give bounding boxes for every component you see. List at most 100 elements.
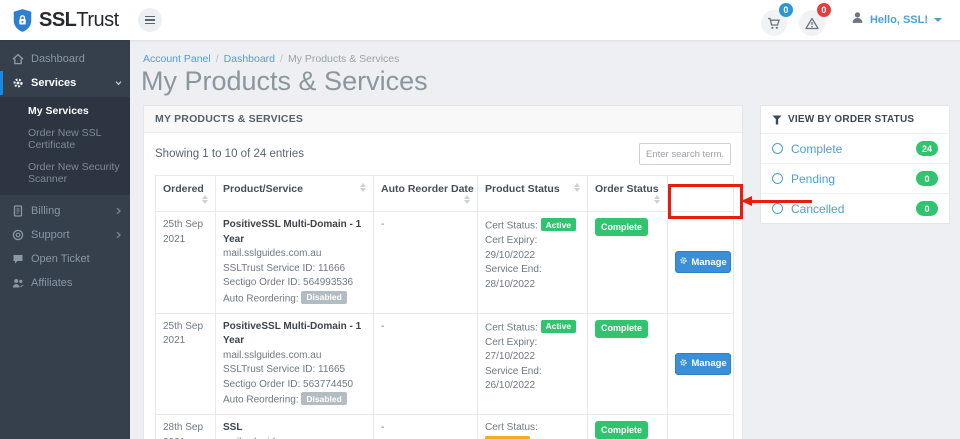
sidebar-item-label: Affiliates (31, 277, 73, 289)
ssltrust-logo[interactable]: SSLTrust (0, 8, 130, 33)
sort-icon[interactable] (574, 183, 580, 192)
product-domain: mail.sslguides.com.au (223, 349, 322, 361)
column-label: Ordered (163, 183, 204, 195)
auto-reorder-date: - (381, 320, 385, 332)
radio-circle-icon (772, 203, 783, 214)
search-input[interactable] (639, 143, 731, 165)
top-navbar: SSLTrust 0 0 Hello, SSL! (0, 0, 960, 40)
column-header-auto-reorder-date[interactable]: Auto Reorder Date (373, 175, 478, 212)
sidebar-subitem-order-new-ssl-certificate[interactable]: Order New SSL Certificate (0, 122, 130, 156)
services-submenu: My Services Order New SSL Certificate Orde… (0, 97, 130, 195)
column-header-ordered[interactable]: Ordered (155, 175, 216, 212)
status-card-header: VIEW BY ORDER STATUS (761, 106, 949, 133)
manage-cell: Manage (667, 414, 734, 439)
order-status-filter-pending[interactable]: Pending 0 (761, 163, 949, 193)
breadcrumb-link-dashboard[interactable]: Dashboard (224, 53, 275, 65)
cert-detail-line: Cert Expiry: 27/10/2022 (485, 336, 538, 363)
auto-reorder-date-cell: - (373, 211, 478, 314)
file-icon (12, 205, 24, 217)
cart-button[interactable]: 0 (760, 3, 793, 36)
auto-reorder-date: - (381, 422, 385, 433)
sort-icon[interactable] (654, 195, 660, 204)
cert-status-badge: Revoked (485, 435, 531, 439)
sidebar-item-support[interactable]: Support (0, 223, 130, 247)
auto-reorder-date-cell: - (373, 312, 478, 415)
gear-icon (12, 77, 24, 89)
manage-button-label: Manage (691, 256, 727, 268)
column-header-product-status[interactable]: Product Status (477, 175, 588, 212)
cert-status-line: Cert Status: Active (485, 319, 580, 336)
filter-funnel-icon (772, 114, 782, 125)
sidebar-item-label: Support (31, 229, 70, 241)
chevron-right-icon (115, 207, 122, 215)
ssltrust-account-panel: SSLTrust 0 0 Hello, SSL! Dashboard Servi… (0, 0, 960, 439)
gear-icon (679, 358, 688, 370)
manage-button[interactable]: Manage (675, 251, 731, 274)
sidebar-toggle-button[interactable] (138, 8, 162, 32)
sort-icon[interactable] (202, 195, 208, 204)
sidebar-subitem-order-new-security-scanner[interactable]: Order New Security Scanner (0, 156, 130, 190)
caret-down-icon (934, 18, 942, 22)
radio-circle-icon (772, 143, 783, 154)
product-cell: PositiveSSL Multi-Domain - 1 Year mail.ss… (215, 211, 374, 314)
cert-status-line: Cert Status: Active (485, 218, 580, 234)
product-domain: mail.sslguides.com.au (223, 436, 366, 439)
sidebar-subitem-my-services[interactable]: My Services (0, 100, 130, 122)
product-name: SSL (223, 422, 243, 433)
alerts-button[interactable]: 0 (798, 3, 831, 36)
order-status-filter-complete[interactable]: Complete 24 (761, 133, 949, 163)
lifering-icon (12, 229, 24, 241)
ordered-date: 28th Sep 2021 (163, 422, 204, 439)
cert-status-label: Cert Status: (485, 220, 538, 232)
sidebar-subitem-label: Order New SSL Certificate (28, 127, 102, 151)
page-title: My Products & Services (141, 66, 428, 96)
user-greeting: Hello, SSL! (869, 14, 928, 26)
cert-status-label: Cert Status: (485, 422, 538, 433)
count-badge: 24 (916, 141, 938, 156)
count-badge: 0 (916, 201, 938, 216)
column-header-order-status[interactable]: Order Status (587, 175, 668, 212)
ordered-cell: 25th Sep 2021 (155, 312, 216, 415)
status-card-title: VIEW BY ORDER STATUS (788, 114, 915, 125)
cart-count-badge: 0 (778, 3, 793, 17)
column-label: Product/Service (223, 183, 303, 195)
auto-reordering-label: Auto Reordering: (223, 394, 299, 406)
highlight-arrow (751, 200, 812, 203)
shield-lock-icon (13, 8, 32, 32)
sort-icon[interactable] (360, 183, 366, 192)
sidebar-item-services[interactable]: Services (0, 71, 130, 95)
alerts-count-badge: 0 (816, 3, 831, 17)
sidebar-item-dashboard[interactable]: Dashboard (0, 47, 130, 71)
breadcrumb-link-account-panel[interactable]: Account Panel (143, 53, 211, 65)
order-status-cell: Complete (587, 211, 668, 314)
user-menu[interactable]: Hello, SSL! (851, 11, 942, 29)
ordered-cell: 28th Sep 2021 (155, 414, 216, 439)
sidebar-item-label: Billing (31, 205, 61, 217)
sort-icon[interactable] (464, 195, 470, 204)
filter-label: Cancelled (791, 201, 845, 216)
auto-reorder-date: - (381, 219, 385, 230)
column-label: Auto Reorder Date (381, 183, 474, 195)
manage-button[interactable]: Manage (675, 352, 731, 375)
count-badge: 0 (916, 171, 938, 186)
table-row: 25th Sep 2021 PositiveSSL Multi-Domain - … (155, 211, 734, 314)
column-label: Product Status (485, 183, 560, 195)
breadcrumb: Account Panel / Dashboard / My Products & Se… (143, 53, 400, 65)
sidebar-item-affiliates[interactable]: Affiliates (0, 271, 130, 295)
product-status-cell: Cert Status: Active Cert Expiry: 27/10/20… (477, 312, 588, 415)
sidebar-item-label: Services (31, 77, 77, 89)
sidebar-item-billing[interactable]: Billing (0, 199, 130, 223)
comment-icon (12, 253, 24, 265)
order-status-cell: Complete (587, 312, 668, 415)
auto-reordering-line: Auto Reordering: Disabled (223, 290, 366, 307)
chevron-down-icon (115, 79, 122, 87)
sidebar-item-open-ticket[interactable]: Open Ticket (0, 247, 130, 271)
column-header-product-service[interactable]: Product/Service (215, 175, 374, 212)
column-label: Order Status (595, 183, 659, 195)
product-name: PositiveSSL Multi-Domain - 1 Year (223, 320, 362, 347)
order-status-filter-card: VIEW BY ORDER STATUS Complete 24 Pending 0 C… (760, 105, 950, 224)
table-row: 25th Sep 2021 PositiveSSL Multi-Domain - … (155, 312, 734, 415)
column-header-actions (667, 175, 734, 212)
order-status-filter-cancelled[interactable]: Cancelled 0 (761, 193, 949, 223)
service-id: SSLTrust Service ID: 11665 (223, 364, 346, 375)
